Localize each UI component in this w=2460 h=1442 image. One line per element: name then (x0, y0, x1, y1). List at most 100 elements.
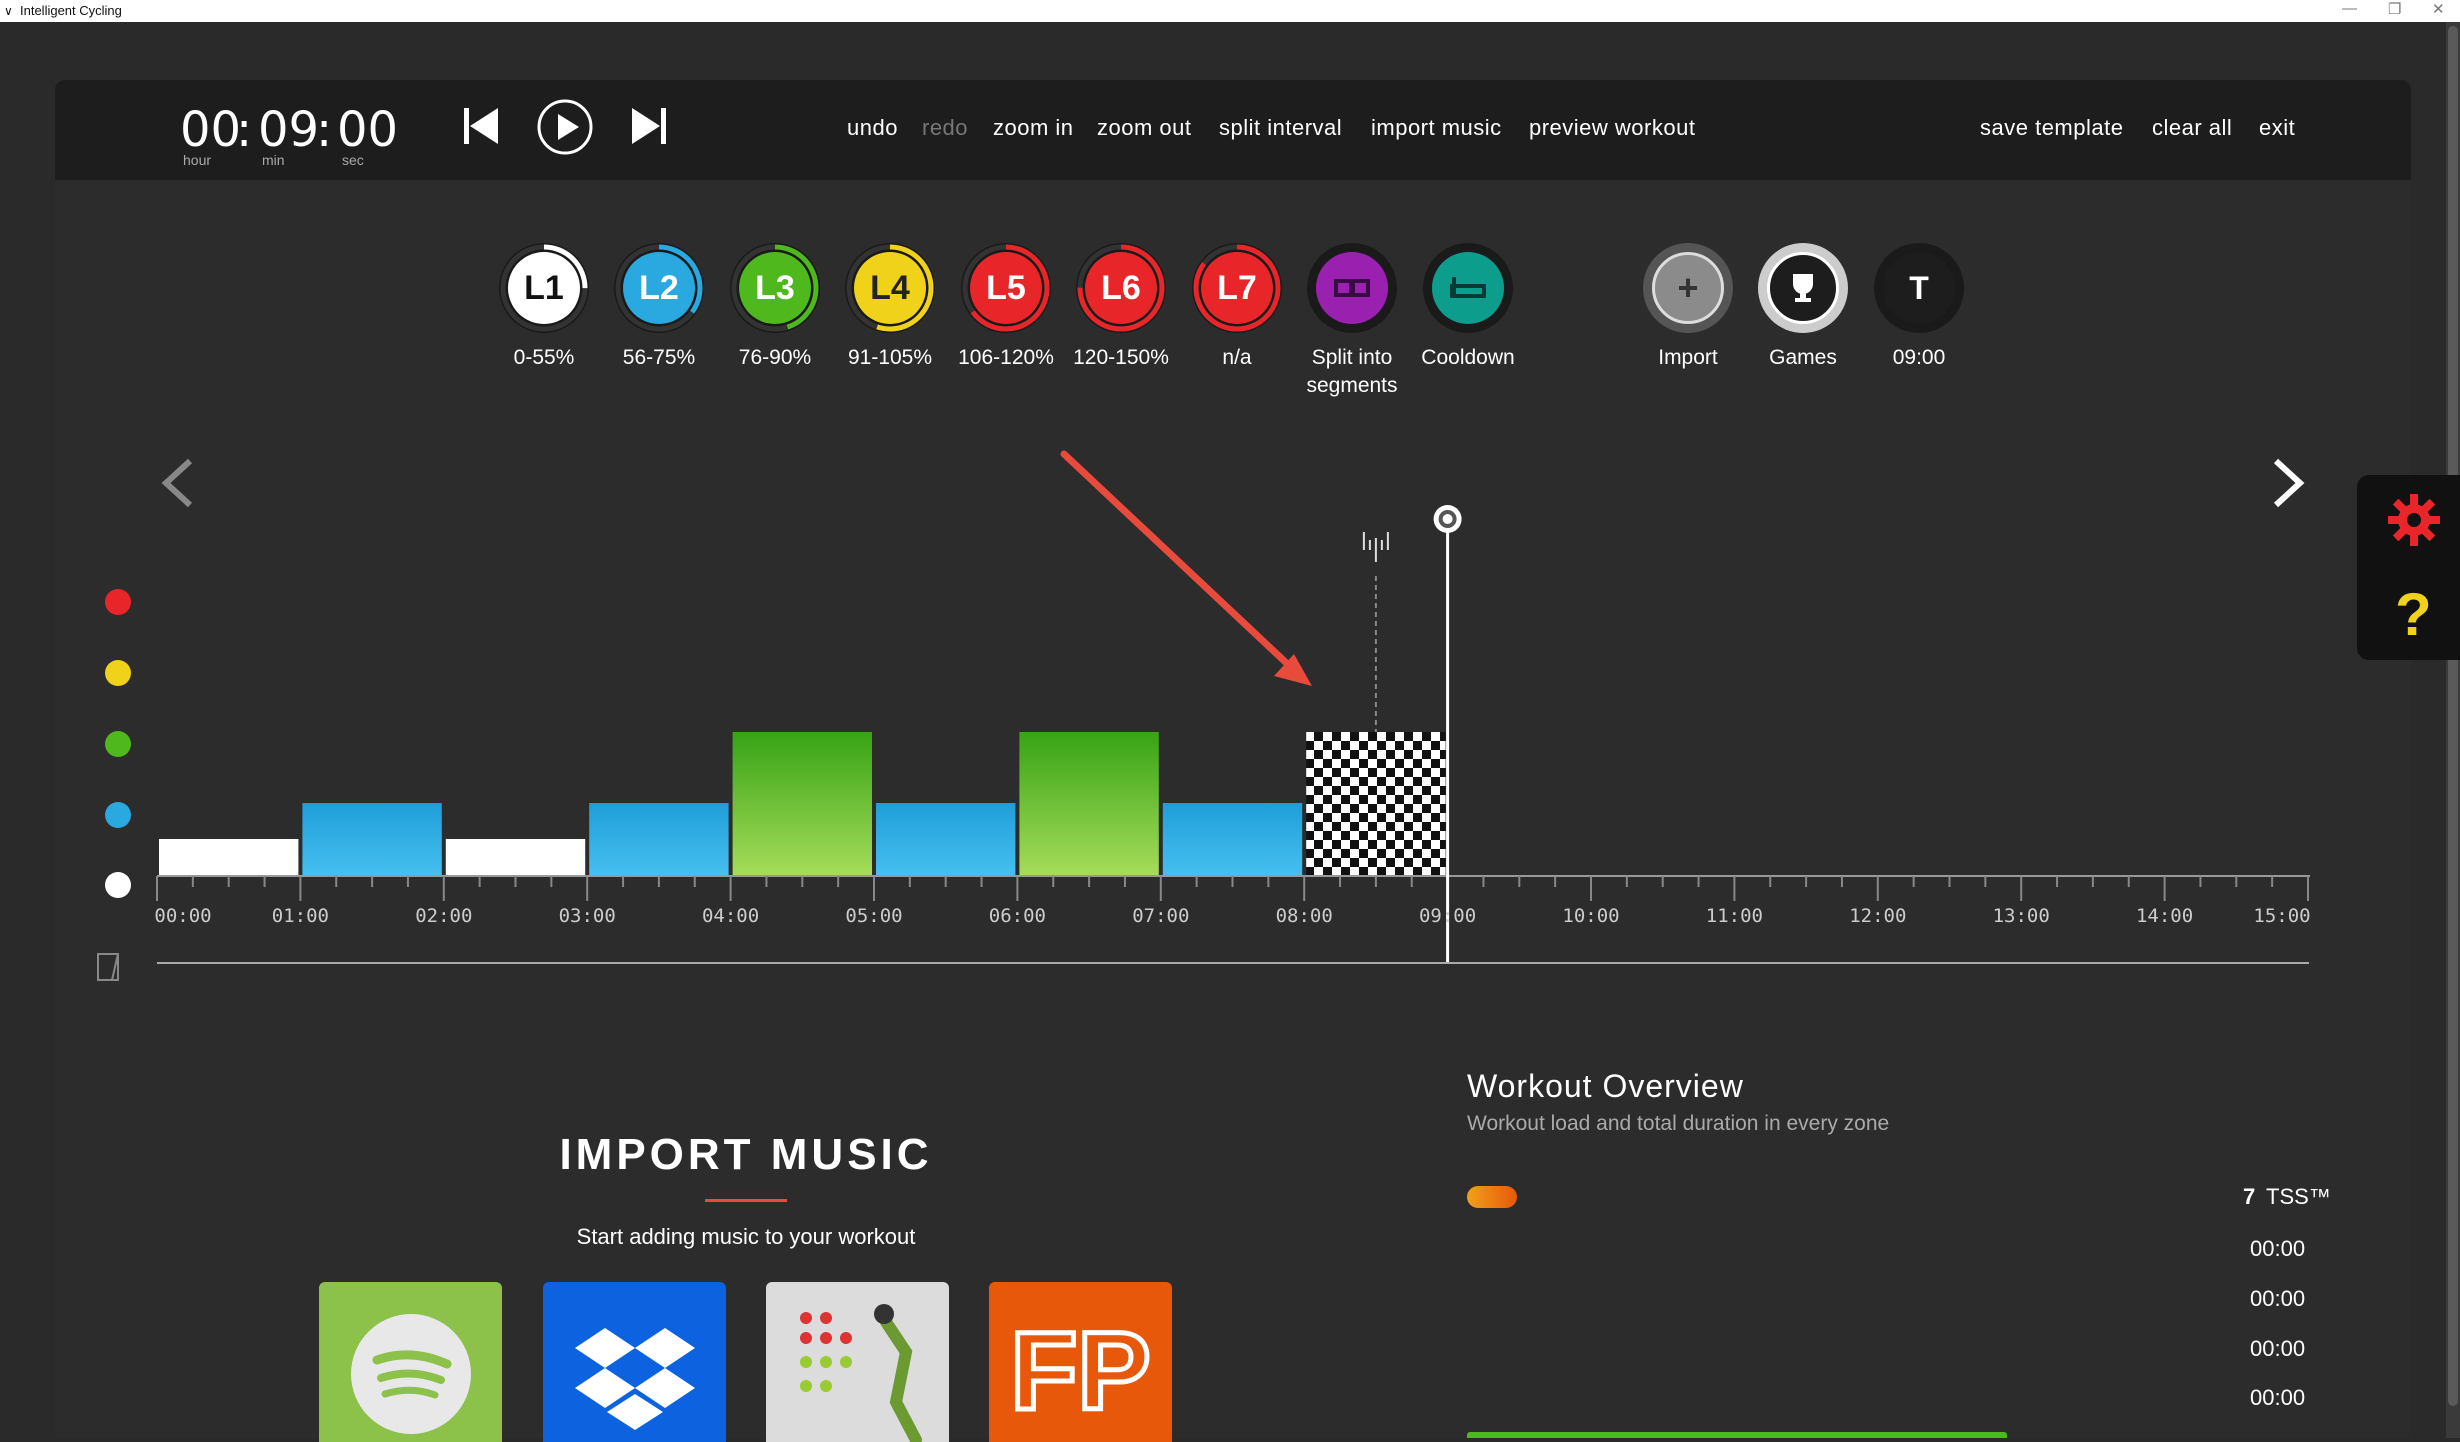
total-time-glyph: T (1883, 252, 1955, 324)
tick-label: 05:00 (845, 905, 903, 927)
zone-button-l3[interactable]: L3 (730, 243, 820, 333)
split-interval-button[interactable]: split interval (1219, 115, 1342, 141)
timer-unit-hour: hour (183, 152, 212, 168)
close-icon[interactable]: ✕ (2432, 0, 2445, 18)
cooldown-button[interactable] (1423, 243, 1513, 333)
preview-workout-button[interactable]: preview workout (1529, 115, 1695, 141)
tss-bar (1467, 1186, 1517, 1208)
timer-seconds: 00 (337, 102, 399, 158)
undo-button[interactable]: undo (847, 115, 898, 141)
timer-sep-1: : (236, 102, 253, 158)
zone-badge: L3 (739, 252, 811, 324)
tick-label: 03:00 (558, 905, 616, 927)
games-button[interactable] (1758, 243, 1848, 333)
window-title: Intelligent Cycling (20, 3, 122, 18)
zone-button-l2[interactable]: L2 (614, 243, 704, 333)
dropbox-icon (575, 1328, 695, 1430)
import-music-title: IMPORT MUSIC (559, 1130, 933, 1179)
tick-label: 12:00 (1849, 905, 1907, 927)
interval-l1[interactable] (159, 839, 299, 875)
app-icon: ∨ (4, 4, 13, 18)
zone-badge: L2 (623, 252, 695, 324)
playhead-handle-icon[interactable] (1433, 505, 1462, 533)
interval-l2[interactable] (876, 803, 1016, 875)
skip-forward-icon[interactable] (630, 104, 668, 148)
zone-duration: 00:00 (2250, 1286, 2306, 1311)
finish-interval[interactable] (1306, 732, 1446, 875)
play-icon[interactable] (536, 98, 594, 156)
tick-label: 01:00 (271, 905, 329, 927)
interval-l1[interactable] (445, 839, 586, 875)
zone-duration: 00:00 (2250, 1385, 2306, 1410)
music-note-icon[interactable] (94, 950, 124, 986)
interval-l3[interactable] (732, 732, 872, 875)
zoom-out-button[interactable]: zoom out (1097, 115, 1192, 141)
dropbox-tile[interactable] (543, 1282, 726, 1442)
plus-icon: + (1652, 252, 1724, 324)
zone-button-l5[interactable]: L5 (961, 243, 1051, 333)
tick-label: 07:00 (1132, 905, 1190, 927)
fitness-music-icon (800, 1304, 922, 1442)
tss-value: 7 (2243, 1184, 2256, 1209)
fp-logo-icon: FP (1008, 1308, 1154, 1436)
clear-all-button[interactable]: clear all (2152, 115, 2232, 141)
tick-label: 10:00 (1562, 905, 1620, 927)
split-segments-icon (1316, 252, 1388, 324)
minimize-icon[interactable]: — (2342, 0, 2357, 17)
timer-sep-2: : (316, 102, 333, 158)
zone-duration: 00:00 (2250, 1336, 2306, 1361)
interval-l2[interactable] (1162, 803, 1303, 875)
save-template-button[interactable]: save template (1980, 115, 2123, 141)
tick-label: 15:00 (2253, 905, 2311, 927)
gear-icon[interactable] (2386, 492, 2442, 548)
tss-label: TSS™ (2266, 1184, 2331, 1209)
zone-duration: 00:00 (2250, 1236, 2306, 1261)
scrollbar-thumb[interactable] (2448, 26, 2458, 1406)
import-button[interactable]: + (1643, 243, 1733, 333)
annotation-arrow (1060, 450, 1312, 686)
fp-tile[interactable]: FP (989, 1282, 1172, 1442)
fitness-music-tile[interactable] (766, 1282, 949, 1442)
timer-unit-min: min (262, 152, 285, 168)
interval-l2[interactable] (302, 803, 442, 875)
zone-badge: L6 (1085, 252, 1157, 324)
trophy-icon (1767, 252, 1839, 324)
zone-button-l4[interactable]: L4 (845, 243, 935, 333)
zone-button-l7[interactable]: L7 (1192, 243, 1282, 333)
spotify-tile[interactable] (319, 1282, 502, 1442)
import-music-button[interactable]: import music (1371, 115, 1502, 141)
window-titlebar: ∨ Intelligent Cycling — ❐ ✕ (0, 0, 2460, 22)
timer-unit-sec: sec (342, 152, 364, 168)
tick-label: 08:00 (1275, 905, 1333, 927)
zone-badge: L4 (854, 252, 926, 324)
zone-button-l6[interactable]: L6 (1076, 243, 1166, 333)
tick-label: 00:00 (154, 905, 212, 927)
restore-icon[interactable]: ❐ (2388, 0, 2401, 18)
import-music-subtitle: Start adding music to your workout (576, 1224, 916, 1249)
cooldown-label: Cooldown (1421, 346, 1515, 369)
timer-minutes: 09 (258, 102, 320, 158)
total-time-label: 09:00 (1892, 346, 1946, 369)
split-segments-button[interactable] (1307, 243, 1397, 333)
spotify-icon (351, 1314, 471, 1434)
cooldown-icon (1432, 252, 1504, 324)
redo-button[interactable]: redo (922, 115, 968, 141)
interval-l2[interactable] (589, 803, 729, 875)
tick-label: 09:00 (1418, 905, 1477, 927)
tick-label: 14:00 (2135, 905, 2194, 927)
skip-back-icon[interactable] (462, 104, 500, 148)
zone-badge: L1 (508, 252, 580, 324)
exit-button[interactable]: exit (2259, 115, 2295, 141)
scrollbar[interactable] (2446, 22, 2460, 1438)
interval-l3[interactable] (1019, 732, 1159, 875)
tick-label: 06:00 (988, 905, 1046, 927)
zone-badge: L5 (970, 252, 1042, 324)
help-icon[interactable]: ? (2395, 580, 2432, 649)
split-marker-icon[interactable] (1362, 532, 1389, 562)
total-time-button[interactable]: T (1874, 243, 1964, 333)
tick-label: 02:00 (415, 905, 473, 927)
zone-button-l1[interactable]: L1 (499, 243, 589, 333)
tick-label: 13:00 (1992, 905, 2050, 927)
zoom-in-button[interactable]: zoom in (993, 115, 1074, 141)
tick-label: 04:00 (701, 905, 760, 927)
